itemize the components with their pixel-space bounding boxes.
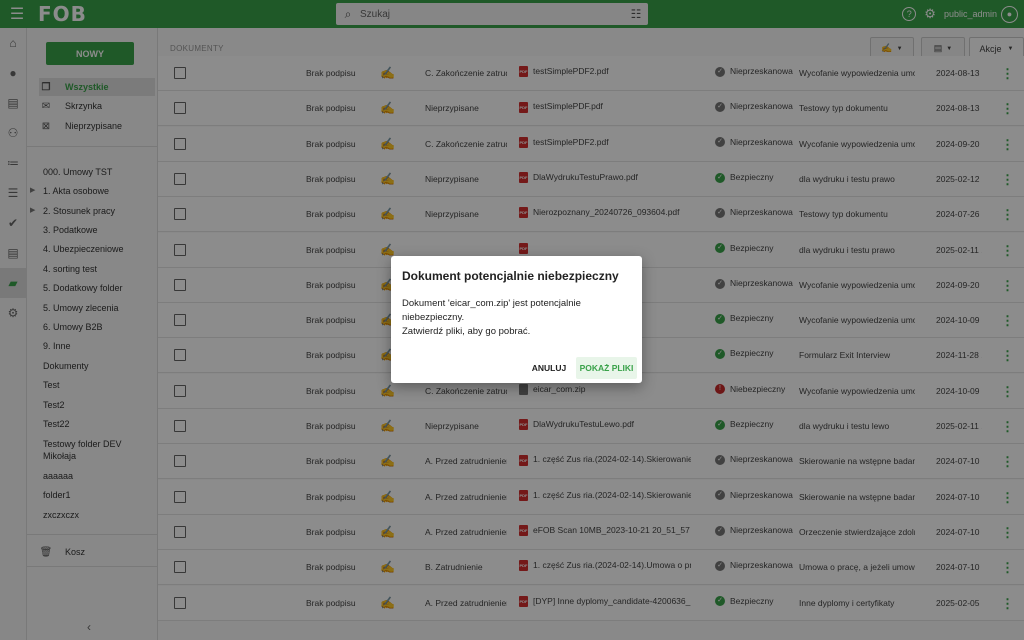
dialog-body: Dokument 'eicar_com.zip' jest potencjaln… xyxy=(402,297,627,339)
dangerous-document-dialog: Dokument potencjalnie niebezpieczny Doku… xyxy=(391,256,642,383)
cancel-button[interactable]: ANULUJ xyxy=(527,357,571,379)
dialog-line: niebezpieczny. xyxy=(402,312,465,323)
show-files-button[interactable]: POKAŻ PLIKI xyxy=(576,357,637,379)
dialog-line: Zatwierdź pliki, aby go pobrać. xyxy=(402,326,531,337)
dialog-title: Dokument potencjalnie niebezpieczny xyxy=(402,269,619,283)
dialog-line: Dokument 'eicar_com.zip' jest potencjaln… xyxy=(402,298,581,309)
